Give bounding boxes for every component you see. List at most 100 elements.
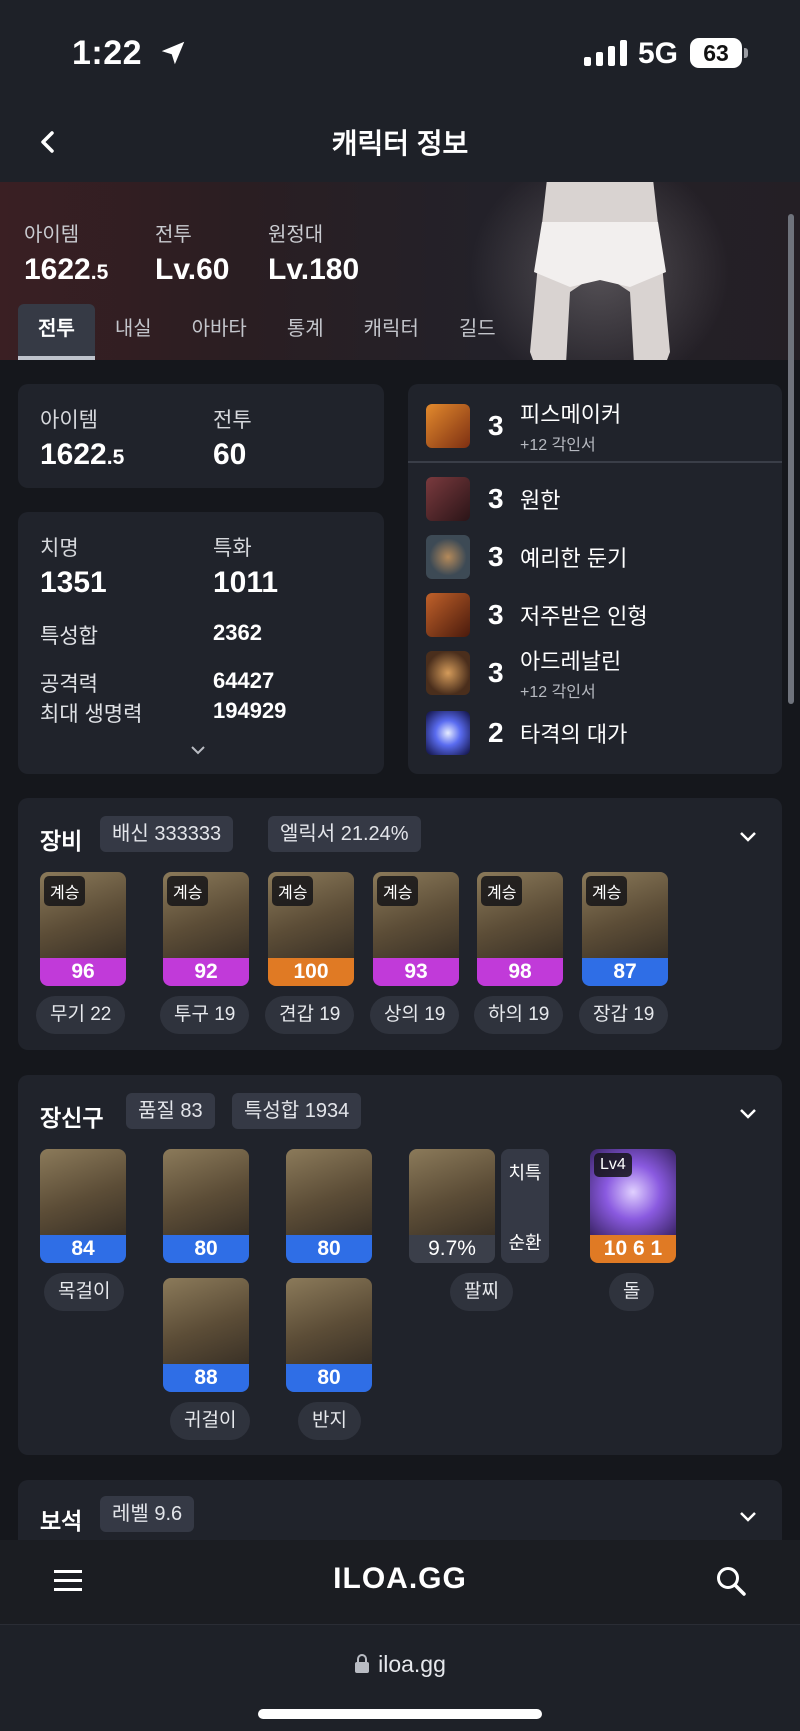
chevron-down-icon[interactable]	[736, 1504, 760, 1528]
status-time: 1:22	[72, 34, 143, 72]
tab-bar: 전투 내실 아바타 통계 캐릭터 길드	[18, 304, 516, 360]
lock-icon	[355, 1654, 370, 1673]
total-stat-label: 특성합	[40, 625, 98, 648]
max-hp-value: 194929	[213, 698, 287, 723]
stat-total-chip: 특성합 1934	[232, 1093, 362, 1129]
necklace-label: 목걸이	[44, 1273, 125, 1311]
browser-url-bar: iloa.gg	[0, 1624, 800, 1731]
engravings-card: 3 피스메이커 +12 각인서 3 원한 3 예리한 둔기 3 저주받은 인형 3…	[408, 384, 782, 774]
signal-icon	[584, 40, 627, 66]
earring-item[interactable]: 80	[163, 1149, 249, 1263]
necklace-item[interactable]: 84	[40, 1149, 126, 1263]
equipment-item-helmet[interactable]: 계승 92	[163, 872, 249, 986]
bracelet-icon	[409, 1149, 495, 1235]
equipment-item-chest[interactable]: 계승 93	[373, 872, 459, 986]
character-hero: 아이템 1622.5 전투 Lv.60 원정대 Lv.180 전투 내실 아바타…	[0, 182, 800, 360]
ability-stone-label: 돌	[609, 1273, 655, 1311]
tab-guild[interactable]: 길드	[439, 304, 516, 360]
earring-icon	[163, 1149, 249, 1235]
equipment-label: 장갑 19	[579, 996, 669, 1034]
hit-master-icon	[426, 711, 470, 755]
earring-label: 귀걸이	[170, 1402, 251, 1440]
engraving-row[interactable]: 3 피스메이커 +12 각인서	[426, 402, 621, 454]
equipment-label: 무기 22	[36, 996, 126, 1034]
equipment-label: 하의 19	[474, 996, 564, 1034]
engraving-row[interactable]: 3 예리한 둔기	[426, 533, 627, 581]
accessories-section: 장신구 품질 83 특성합 1934 84 목걸이 80 88 귀걸이 80 8…	[18, 1075, 782, 1455]
shoulder-icon: 계승	[268, 872, 354, 958]
ability-stone-item[interactable]: Lv4 10 6 1	[590, 1149, 676, 1263]
home-indicator	[258, 1709, 542, 1719]
tab-avatar[interactable]: 아바타	[172, 304, 267, 360]
accessories-title: 장신구	[40, 1105, 104, 1131]
adrenaline-icon	[426, 651, 470, 695]
app-bottom-bar: ILOA.GG	[0, 1540, 800, 1624]
equipment-item-weapon[interactable]: 계승 96	[40, 872, 126, 986]
bracelet-label: 팔찌	[450, 1273, 513, 1311]
equipment-label: 투구 19	[160, 996, 250, 1034]
tab-life[interactable]: 내실	[95, 304, 172, 360]
url-field[interactable]: iloa.gg	[0, 1651, 800, 1678]
earring-icon	[163, 1278, 249, 1364]
attack-value: 64427	[213, 668, 275, 693]
tab-battle[interactable]: 전투	[18, 304, 95, 360]
engraving-row[interactable]: 3 저주받은 인형	[426, 591, 648, 639]
engraving-row[interactable]: 3 원한	[426, 475, 560, 523]
gem-level-chip: 레벨 9.6	[100, 1496, 195, 1532]
tab-character[interactable]: 캐릭터	[344, 304, 439, 360]
elixir-chip: 엘릭서 21.24%	[268, 816, 421, 852]
max-hp-label: 최대 생명력	[40, 703, 143, 726]
hero-roster-level: 원정대 Lv.180	[268, 224, 360, 286]
quality-chip: 품질 83	[126, 1093, 215, 1129]
ring-item[interactable]: 80	[286, 1278, 372, 1392]
gems-title: 보석	[40, 1508, 83, 1534]
page-title: 캐릭터 정보	[331, 128, 469, 159]
nav-bar: 캐릭터 정보	[0, 100, 800, 182]
combat-stats-card: 치명 1351 특화 1011 특성합 2362 공격력 64427 최대 생명…	[18, 512, 384, 774]
site-logo[interactable]: ILOA.GG	[0, 1562, 800, 1596]
necklace-icon	[40, 1149, 126, 1235]
ability-stone-icon: Lv4	[590, 1149, 676, 1235]
scrollbar[interactable]	[788, 214, 794, 704]
search-icon[interactable]	[714, 1564, 748, 1598]
total-stat-value: 2362	[213, 620, 262, 645]
chevron-down-icon[interactable]	[736, 1101, 760, 1125]
equipment-label: 상의 19	[370, 996, 460, 1034]
expand-chevron-icon[interactable]	[188, 742, 208, 758]
engraving-row[interactable]: 2 타격의 대가	[426, 709, 627, 757]
equipment-label: 견갑 19	[265, 996, 355, 1034]
bracelet-item[interactable]: 9.7%	[409, 1149, 495, 1263]
equipment-item-pants[interactable]: 계승 98	[477, 872, 563, 986]
ring-label: 반지	[298, 1402, 361, 1440]
gloves-icon: 계승	[582, 872, 668, 958]
grudge-icon	[426, 477, 470, 521]
pants-icon: 계승	[477, 872, 563, 958]
hero-item-level: 아이템 1622.5	[24, 224, 109, 286]
ring-icon	[286, 1149, 372, 1235]
attack-label: 공격력	[40, 673, 98, 696]
equipment-item-gloves[interactable]: 계승 87	[582, 872, 668, 986]
battery-icon: 63	[690, 38, 748, 68]
status-bar: 1:22 5G 63	[0, 0, 800, 100]
helmet-icon: 계승	[163, 872, 249, 958]
ring-item[interactable]: 80	[286, 1149, 372, 1263]
cursed-doll-icon	[426, 593, 470, 637]
keen-blunt-weapon-icon	[426, 535, 470, 579]
earring-item[interactable]: 88	[163, 1278, 249, 1392]
set-chip: 배신 333333	[100, 816, 234, 852]
tab-stats[interactable]: 통계	[267, 304, 344, 360]
chevron-down-icon[interactable]	[736, 824, 760, 848]
bracelet-stats: 치특 순환	[501, 1149, 549, 1263]
level-summary-card: 아이템 1622.5 전투 60	[18, 384, 384, 488]
equipment-title: 장비	[40, 828, 83, 854]
network-label: 5G	[638, 37, 679, 70]
equipment-section: 장비 배신 333333 엘릭서 21.24% 계승 96 계승 92 계승 1…	[18, 798, 782, 1050]
chest-armor-icon: 계승	[373, 872, 459, 958]
peacemaker-icon	[426, 404, 470, 448]
engraving-row[interactable]: 3 아드레날린 +12 각인서	[426, 649, 621, 701]
location-arrow-icon	[161, 41, 185, 65]
hero-battle-level: 전투 Lv.60	[155, 224, 230, 286]
divider	[408, 461, 782, 463]
weapon-icon: 계승	[40, 872, 126, 958]
equipment-item-shoulder[interactable]: 계승 100	[268, 872, 354, 986]
